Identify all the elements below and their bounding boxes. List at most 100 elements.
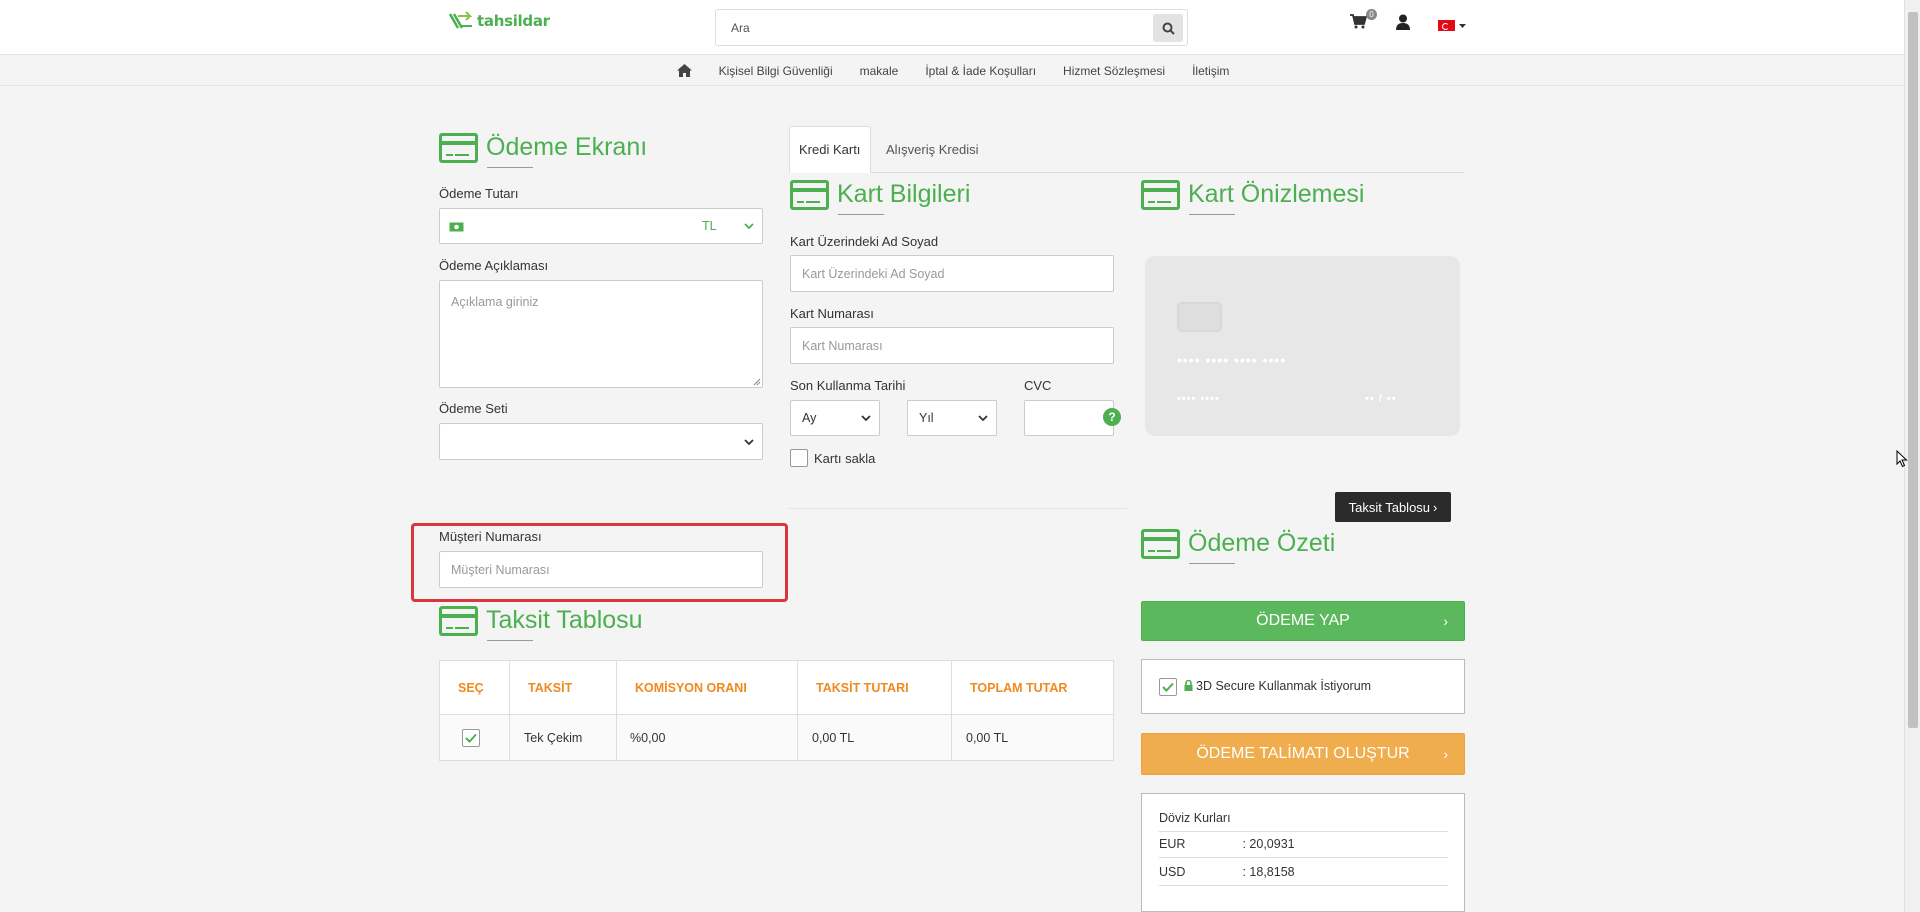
resize-handle-icon[interactable] (753, 378, 761, 386)
table-row[interactable]: Tek Çekim %0,00 0,00 TL 0,00 TL (439, 714, 1114, 761)
installment-select-checkbox[interactable] (462, 728, 480, 747)
expiry-label: Son Kullanma Tarihi (790, 378, 906, 393)
pay-button[interactable]: ÖDEME YAP › (1141, 601, 1465, 641)
search-button[interactable] (1153, 14, 1183, 42)
money-icon (449, 222, 464, 232)
nav-item-article[interactable]: makale (860, 64, 899, 78)
cart-icon (1350, 14, 1368, 29)
description-label: Ödeme Açıklaması (439, 258, 549, 273)
check-icon (465, 733, 477, 743)
cart-count-badge: 0 (1366, 9, 1377, 20)
card-number-input[interactable]: Kart Numarası (790, 327, 1114, 364)
search-icon (1162, 22, 1175, 35)
chevron-right-icon: › (1443, 613, 1448, 629)
installment-heading: Taksit Tablosu (439, 606, 643, 641)
exchange-rates-box: Döviz Kurları EUR : 20,0931 USD : 18,815… (1141, 793, 1465, 912)
card-number-label: Kart Numarası (790, 306, 874, 321)
customer-number-placeholder: Müşteri Numarası (451, 562, 550, 577)
logo-icon (448, 11, 473, 29)
cardholder-input[interactable]: Kart Üzerindeki Ad Soyad (790, 255, 1114, 292)
user-icon (1396, 14, 1410, 30)
expiry-year-select[interactable]: Yıl (907, 400, 997, 436)
description-placeholder: Açıklama giriniz (451, 295, 539, 309)
save-card-checkbox[interactable] (790, 449, 808, 467)
search-input[interactable]: Ara (715, 9, 1188, 46)
cardholder-label: Kart Üzerindeki Ad Soyad (790, 234, 939, 249)
payment-set-label: Ödeme Seti (439, 401, 508, 416)
fx-currency: EUR (1159, 837, 1186, 851)
cvc-label: CVC (1024, 378, 1052, 393)
tab-credit-card[interactable]: Kredi Kartı (789, 126, 871, 173)
month-placeholder: Ay (802, 411, 817, 425)
home-icon[interactable] (676, 64, 692, 77)
installment-table-button[interactable]: Taksit Tablosu › (1335, 492, 1451, 522)
language-selector[interactable] (1438, 20, 1466, 31)
chevron-down-icon (744, 438, 754, 445)
section-divider (789, 508, 1127, 509)
credit-card-icon (1141, 180, 1180, 210)
chevron-down-icon (978, 415, 988, 421)
caret-down-icon (1459, 23, 1466, 28)
fx-row: USD : 18,8158 (1159, 865, 1448, 886)
exchange-rates-title-text: Döviz Kurları (1159, 811, 1231, 825)
expiry-month-select[interactable]: Ay (790, 400, 880, 436)
payment-set-select[interactable] (439, 423, 763, 460)
title-underline (838, 214, 884, 215)
pay-button-label: ÖDEME YAP (1256, 612, 1350, 629)
logo-text: tahsildar (477, 12, 550, 30)
card-name-mask: •••• •••• (1177, 393, 1220, 405)
cardholder-placeholder: Kart Üzerindeki Ad Soyad (802, 266, 945, 281)
cart-button[interactable]: 0 (1350, 9, 1377, 32)
select-cell[interactable] (439, 714, 510, 761)
card-chip-icon (1177, 302, 1222, 332)
chevron-right-icon: › (1433, 499, 1438, 515)
mouse-cursor-icon (1896, 450, 1908, 468)
nav-item-contact[interactable]: İletişim (1192, 64, 1229, 78)
card-preview-title: Kart Önizlemesi (1188, 180, 1365, 208)
3d-secure-box: 3D Secure Kullanmak İstiyorum (1141, 659, 1465, 714)
customer-number-label: Müşteri Numarası (439, 529, 542, 544)
card-expiry-mask: •• / •• (1365, 393, 1397, 405)
table-header-row: SEÇ TAKSİT KOMİSYON ORANI TAKSİT TUTARI … (439, 660, 1114, 715)
lock-icon (1184, 680, 1193, 691)
title-underline (487, 640, 533, 641)
logo[interactable]: tahsildar (448, 10, 550, 32)
user-button[interactable] (1396, 14, 1410, 33)
nav-item-privacy[interactable]: Kişisel Bilgi Güvenliği (719, 64, 833, 78)
currency-select[interactable]: TL (702, 219, 717, 233)
credit-card-icon (1141, 529, 1180, 559)
credit-card-icon (439, 133, 478, 163)
amount-input[interactable]: TL (439, 208, 763, 244)
installment-title: Taksit Tablosu (486, 606, 643, 634)
card-number-placeholder: Kart Numarası (802, 338, 883, 353)
main-nav: Kişisel Bilgi Güvenliği makale İptal & İ… (0, 56, 1904, 86)
nav-item-agreement[interactable]: Hizmet Sözleşmesi (1063, 64, 1165, 78)
payment-method-tabs: Kredi Kartı Alışveriş Kredisi (789, 126, 1464, 173)
card-preview-heading: Kart Önizlemesi (1141, 180, 1365, 215)
column-header: TAKSİT TUTARI (797, 660, 952, 715)
card-preview: •••• •••• •••• •••• •••• •••• •• / •• (1145, 256, 1460, 436)
fx-rate: : 18,8158 (1242, 865, 1295, 879)
card-number-mask: •••• •••• •••• •••• (1177, 352, 1287, 368)
card-info-heading: Kart Bilgileri (790, 180, 970, 215)
installment-cell: Tek Çekim (509, 714, 617, 761)
commission-cell: %0,00 (616, 714, 798, 761)
description-textarea[interactable]: Açıklama giriniz (439, 280, 763, 388)
customer-number-input[interactable]: Müşteri Numarası (439, 551, 763, 588)
top-header: tahsildar Ara 0 (0, 0, 1904, 55)
scrollbar-thumb[interactable] (1908, 12, 1918, 728)
title-underline (1189, 563, 1235, 564)
search-placeholder: Ara (731, 21, 750, 35)
cvc-help-icon[interactable]: ? (1103, 408, 1121, 426)
column-header: KOMİSYON ORANI (616, 660, 798, 715)
total-amount-cell: 0,00 TL (951, 714, 1114, 761)
fx-currency: USD (1159, 865, 1186, 879)
3d-secure-checkbox[interactable] (1159, 678, 1177, 696)
installment-table: SEÇ TAKSİT KOMİSYON ORANI TAKSİT TUTARI … (439, 660, 1114, 761)
fx-row: EUR : 20,0931 (1159, 837, 1448, 858)
create-payment-order-button[interactable]: ÖDEME TALİMATI OLUŞTUR › (1141, 733, 1465, 775)
tab-shopping-credit[interactable]: Alışveriş Kredisi (877, 126, 987, 173)
nav-item-refund[interactable]: İptal & İade Koşulları (925, 64, 1036, 78)
cvc-input[interactable] (1024, 400, 1114, 436)
exchange-rates-title: Döviz Kurları (1159, 811, 1448, 832)
